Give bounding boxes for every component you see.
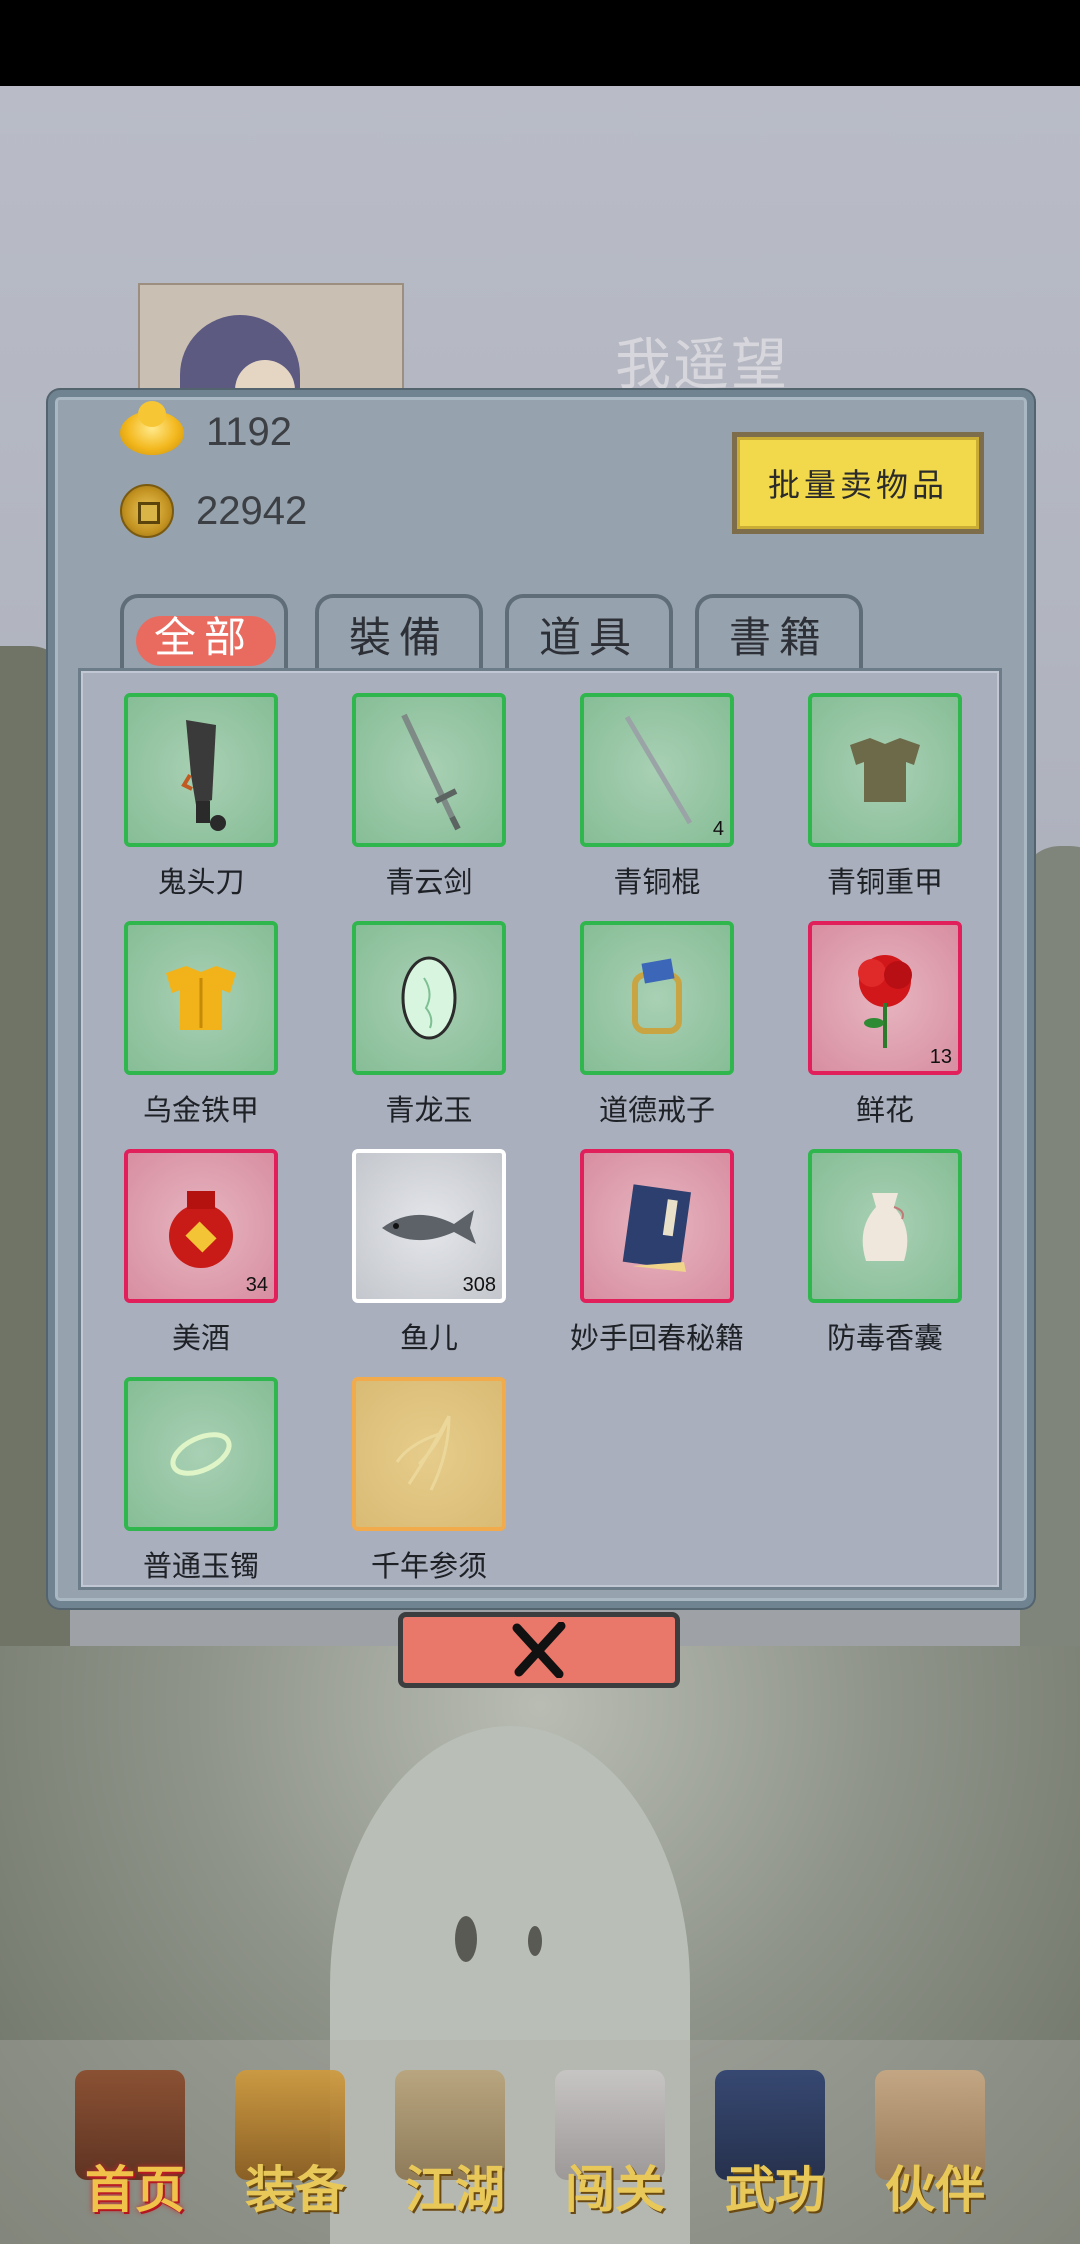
status-bar xyxy=(0,0,1080,86)
inventory-grid: 鬼头刀 青云剑 4 青铜棍 青铜重甲 乌金铁甲 青龙玉 道德戒子 13 鲜花 3… xyxy=(78,668,1002,1590)
coin-row: 22942 xyxy=(120,484,307,538)
nav-label: 武功 xyxy=(725,2160,825,2219)
nav-martial[interactable]: 武功 xyxy=(695,2070,845,2230)
inventory-item[interactable]: 34 美酒 xyxy=(81,1149,311,1369)
nav-label: 江湖 xyxy=(405,2160,505,2219)
rose-icon xyxy=(858,955,912,1048)
item-slot[interactable] xyxy=(124,1377,278,1531)
nav-equipment[interactable]: 装备 xyxy=(215,2070,365,2230)
item-count: 34 xyxy=(245,1274,268,1296)
item-slot[interactable] xyxy=(580,921,734,1075)
inventory-item[interactable]: 青铜重甲 xyxy=(765,693,995,913)
item-name: 美酒 xyxy=(171,1321,230,1355)
item-name: 千年参须 xyxy=(370,1549,487,1583)
inventory-item[interactable]: 道德戒子 xyxy=(537,921,767,1141)
book-icon xyxy=(622,1184,692,1272)
item-name: 妙手回春秘籍 xyxy=(569,1321,744,1355)
inventory-item[interactable]: 308 鱼儿 xyxy=(309,1149,539,1369)
broadsword-icon xyxy=(181,720,226,831)
sword-icon xyxy=(401,713,461,831)
item-name: 青云剑 xyxy=(385,865,473,899)
item-name: 普通玉镯 xyxy=(142,1549,259,1583)
nav-home[interactable]: 首页 xyxy=(55,2070,205,2230)
item-slot[interactable] xyxy=(352,921,506,1075)
tab-props[interactable]: 道具 xyxy=(505,594,673,670)
tab-label: 書籍 xyxy=(728,612,829,662)
nav-label: 伙伴 xyxy=(885,2160,985,2219)
nav-label: 装备 xyxy=(245,2160,345,2219)
item-name: 青龙玉 xyxy=(385,1093,473,1127)
item-name: 防毒香囊 xyxy=(826,1321,943,1355)
close-button[interactable] xyxy=(398,1612,680,1688)
item-slot[interactable] xyxy=(352,693,506,847)
jade-icon xyxy=(401,956,457,1040)
item-slot[interactable]: 34 xyxy=(124,1149,278,1303)
item-slot[interactable]: 13 xyxy=(808,921,962,1075)
tab-all[interactable]: 全部 xyxy=(120,594,288,670)
character-portrait[interactable] xyxy=(138,283,404,393)
inventory-item[interactable]: 13 鲜花 xyxy=(765,921,995,1141)
sachet-icon xyxy=(862,1193,908,1261)
item-slot[interactable] xyxy=(808,1149,962,1303)
golden-armor-icon xyxy=(166,966,236,1030)
inventory-item[interactable]: 普通玉镯 xyxy=(81,1377,311,1597)
item-name: 鲜花 xyxy=(855,1093,914,1127)
inventory-item[interactable]: 妙手回春秘籍 xyxy=(537,1149,767,1369)
gold-row: 1192 xyxy=(120,400,293,455)
bulk-sell-button[interactable]: 批量卖物品 xyxy=(732,432,984,534)
item-count: 4 xyxy=(712,818,724,840)
inventory-item[interactable]: 鬼头刀 xyxy=(81,693,311,913)
ginseng-icon xyxy=(395,1415,451,1491)
inventory-item[interactable]: 千年参须 xyxy=(309,1377,539,1597)
gold-ingot-icon xyxy=(120,400,184,455)
armor-icon xyxy=(850,738,920,802)
item-slot[interactable] xyxy=(124,693,278,847)
item-slot[interactable] xyxy=(808,693,962,847)
item-count: 13 xyxy=(929,1046,952,1068)
item-name: 乌金铁甲 xyxy=(142,1093,259,1127)
nav-label: 闯关 xyxy=(565,2160,665,2219)
item-name: 鬼头刀 xyxy=(157,865,245,899)
item-count: 308 xyxy=(462,1274,496,1296)
bracelet-icon xyxy=(170,1432,232,1476)
scene-title: 我遥望 xyxy=(615,333,789,398)
coin-amount: 22942 xyxy=(196,488,308,533)
item-name: 青铜重甲 xyxy=(826,865,943,899)
nav-challenge[interactable]: 闯关 xyxy=(535,2070,685,2230)
inventory-item[interactable]: 防毒香囊 xyxy=(765,1149,995,1369)
copper-coin-icon xyxy=(120,484,174,538)
item-slot[interactable]: 4 xyxy=(580,693,734,847)
fish-icon xyxy=(382,1210,476,1244)
inventory-item[interactable]: 4 青铜棍 xyxy=(537,693,767,913)
staff-icon xyxy=(624,715,693,825)
nav-partners[interactable]: 伙伴 xyxy=(855,2070,1005,2230)
item-slot[interactable] xyxy=(124,921,278,1075)
tab-books[interactable]: 書籍 xyxy=(695,594,863,670)
item-slot[interactable] xyxy=(352,1377,506,1531)
item-slot[interactable] xyxy=(580,1149,734,1303)
tab-label: 全部 xyxy=(153,612,254,662)
tab-label: 道具 xyxy=(538,612,639,662)
item-name: 青铜棍 xyxy=(613,865,701,899)
inventory-item[interactable]: 青云剑 xyxy=(309,693,539,913)
ring-icon xyxy=(632,958,682,1034)
nav-label: 首页 xyxy=(85,2160,185,2219)
close-icon xyxy=(512,1622,566,1678)
wine-jar-icon xyxy=(169,1191,233,1268)
inventory-item[interactable]: 乌金铁甲 xyxy=(81,921,311,1141)
inventory-item[interactable]: 青龙玉 xyxy=(309,921,539,1141)
nav-jianghu[interactable]: 江湖 xyxy=(375,2070,525,2230)
item-name: 鱼儿 xyxy=(399,1321,458,1355)
rock-hole xyxy=(455,1916,477,1962)
tab-equipment[interactable]: 裝備 xyxy=(315,594,483,670)
category-tabs: 全部 裝備 道具 書籍 xyxy=(120,594,863,670)
gold-amount: 1192 xyxy=(206,410,293,454)
tab-label: 裝備 xyxy=(348,612,449,662)
item-slot[interactable]: 308 xyxy=(352,1149,506,1303)
rock-hole xyxy=(528,1926,542,1956)
item-name: 道德戒子 xyxy=(598,1093,715,1127)
